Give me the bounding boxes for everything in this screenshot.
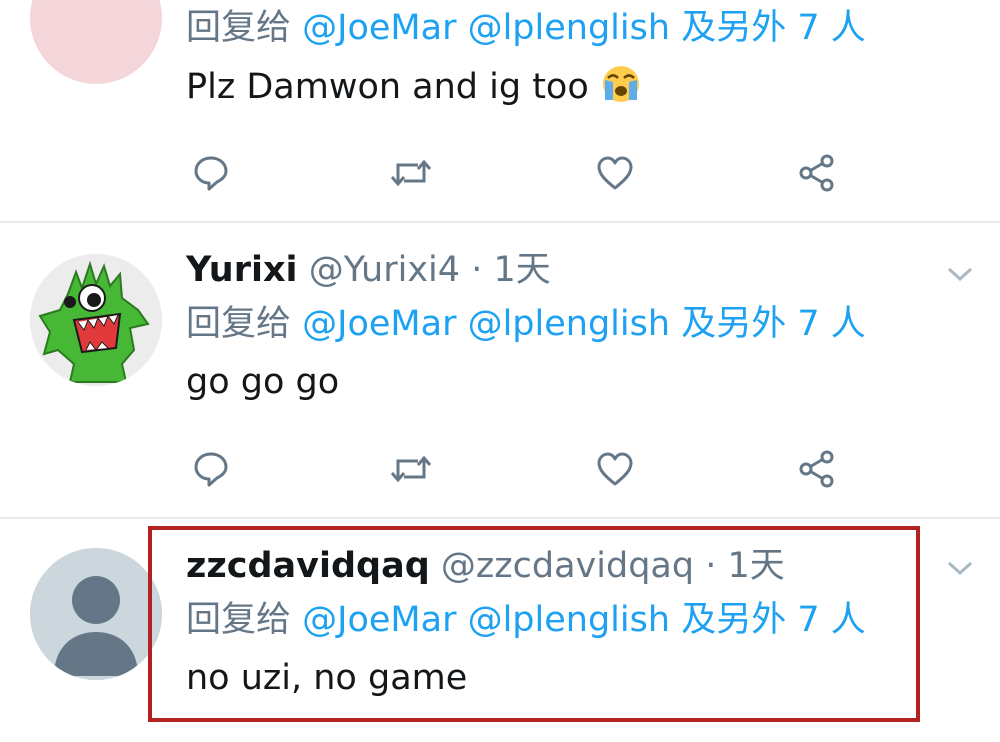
tweet-menu-button[interactable] <box>940 548 980 588</box>
tweet-text-body: Plz Damwon and ig too <box>186 67 589 107</box>
chevron-down-icon <box>947 267 973 282</box>
share-icon <box>799 450 834 488</box>
retweet-icon <box>390 455 432 483</box>
reply-context: 回复给 @JoeMar @lplenglish 及另外 7 人 <box>186 6 866 50</box>
tweet-actions <box>0 444 1000 494</box>
reply-others[interactable]: 及另外 7 人 <box>681 8 866 48</box>
like-icon <box>597 452 633 486</box>
reply-icon <box>194 156 228 191</box>
reply-prefix: 回复给 <box>186 8 292 48</box>
default-person-icon <box>30 548 162 680</box>
reply-prefix: 回复给 <box>186 304 292 344</box>
tweet-1[interactable]: 回复给 @JoeMar @lplenglish 及另外 7 人 Plz Damw… <box>0 0 1000 222</box>
display-name[interactable]: Yurixi <box>186 250 298 290</box>
reply-mentions[interactable]: @JoeMar @lplenglish <box>302 8 670 48</box>
avatar[interactable] <box>30 254 162 386</box>
retweet-button[interactable] <box>386 148 436 198</box>
avatar[interactable] <box>30 0 162 84</box>
reply-others[interactable]: 及另外 7 人 <box>681 304 866 344</box>
green-monster-avatar-icon <box>30 254 162 386</box>
user-handle[interactable]: @Yurixi4 <box>309 250 460 290</box>
crying-face-icon <box>602 66 639 102</box>
chevron-down-icon <box>947 561 973 576</box>
reply-context: 回复给 @JoeMar @lplenglish 及另外 7 人 <box>186 302 866 346</box>
like-icon <box>597 156 633 190</box>
share-button[interactable] <box>792 444 842 494</box>
retweet-button[interactable] <box>386 444 436 494</box>
tweet-actions <box>0 148 1000 198</box>
reply-button[interactable] <box>186 148 236 198</box>
tweet-menu-button[interactable] <box>940 254 980 294</box>
tweet-text: go go go <box>186 362 340 402</box>
timestamp[interactable]: · 1天 <box>471 250 551 290</box>
tweet-text: Plz Damwon and ig too <box>186 64 643 109</box>
divider <box>0 221 1000 223</box>
share-icon <box>799 154 834 192</box>
avatar[interactable] <box>30 548 162 680</box>
like-button[interactable] <box>590 444 640 494</box>
tweet-header: Yurixi @Yurixi4 · 1天 <box>186 248 551 292</box>
reply-button[interactable] <box>186 444 236 494</box>
share-button[interactable] <box>792 148 842 198</box>
divider <box>0 517 1000 519</box>
highlight-box <box>148 526 920 722</box>
reply-mentions[interactable]: @JoeMar @lplenglish <box>302 304 670 344</box>
reply-icon <box>194 452 228 487</box>
like-button[interactable] <box>590 148 640 198</box>
retweet-icon <box>390 159 432 187</box>
tweet-2[interactable]: Yurixi @Yurixi4 · 1天 回复给 @JoeMar @lpleng… <box>0 224 1000 518</box>
